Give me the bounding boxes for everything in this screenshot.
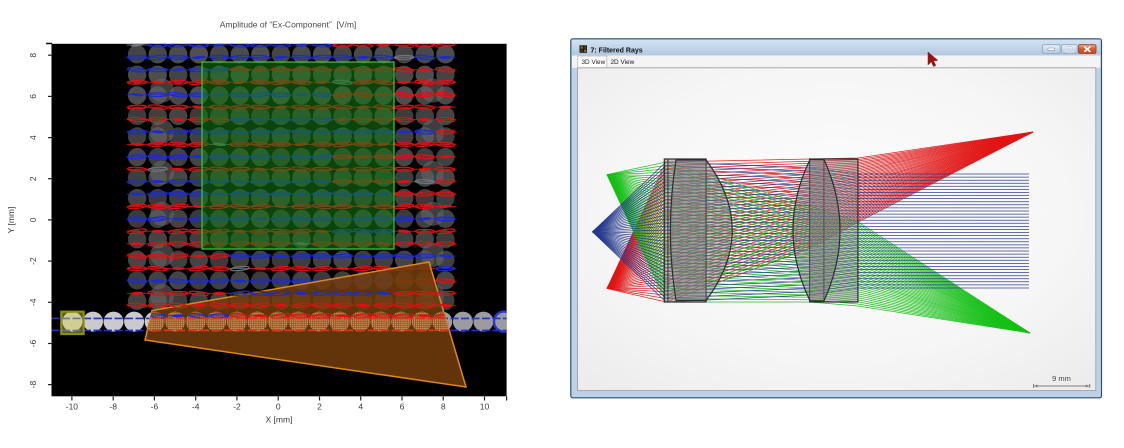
svg-text:4: 4 — [358, 402, 363, 412]
svg-text:-4: -4 — [28, 298, 38, 306]
svg-text:-2: -2 — [233, 402, 241, 412]
svg-text:8: 8 — [441, 402, 446, 412]
svg-text:9 mm: 9 mm — [1052, 374, 1071, 383]
svg-text:0: 0 — [28, 217, 38, 222]
svg-text:-8: -8 — [28, 381, 38, 389]
svg-text:-2: -2 — [28, 257, 38, 265]
svg-text:6: 6 — [28, 94, 38, 99]
svg-text:Amplitude of “Ex-Component” [: Amplitude of “Ex-Component” [V/m] — [220, 20, 357, 30]
svg-text:2: 2 — [317, 402, 322, 412]
svg-text:2: 2 — [28, 176, 38, 181]
svg-text:4: 4 — [28, 135, 38, 140]
svg-text:-8: -8 — [109, 402, 117, 412]
svg-text:6: 6 — [400, 402, 405, 412]
svg-text:-6: -6 — [28, 339, 38, 347]
svg-text:8: 8 — [28, 53, 38, 58]
svg-text:0: 0 — [276, 402, 281, 412]
svg-text:2D View: 2D View — [611, 59, 635, 66]
svg-text:-10: -10 — [66, 402, 79, 412]
svg-text:X [mm]: X [mm] — [266, 415, 293, 425]
svg-text:Y [mm]: Y [mm] — [6, 207, 16, 234]
svg-text:10: 10 — [480, 402, 490, 412]
svg-text:7: Filtered Rays: 7: Filtered Rays — [591, 47, 643, 54]
svg-text:-4: -4 — [192, 402, 200, 412]
svg-text:-6: -6 — [151, 402, 159, 412]
svg-text:3D View: 3D View — [582, 59, 606, 66]
